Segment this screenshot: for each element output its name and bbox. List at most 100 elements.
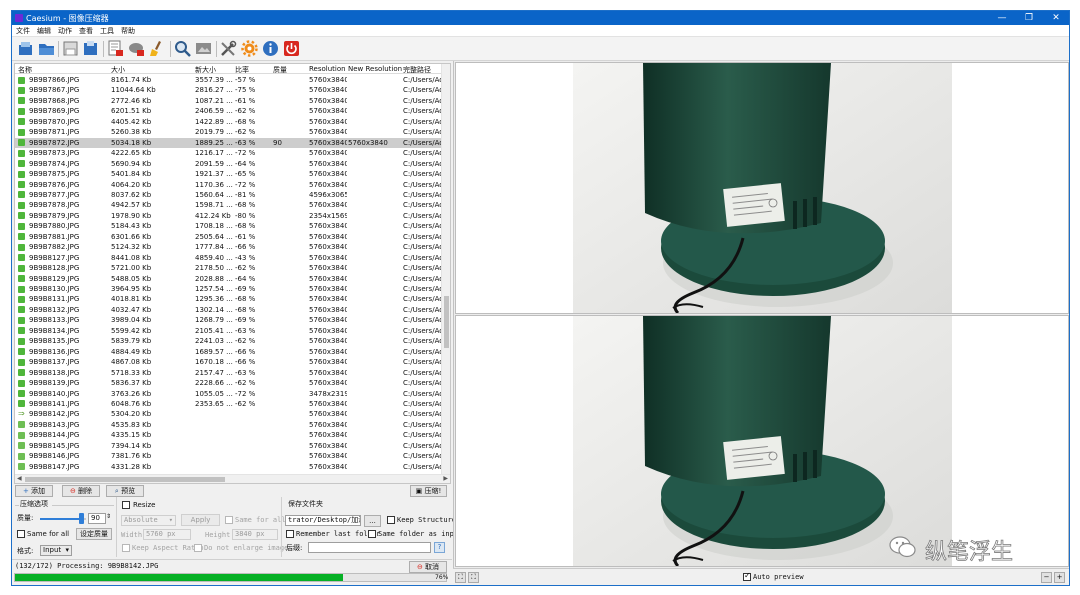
preview-button[interactable]: ⌕ 预览 [106, 485, 144, 497]
scroll-left-icon[interactable]: ◀ [17, 475, 22, 482]
table-row[interactable]: 9B9B8135.JPG 5839.79 Kb 2241.03 ... -62 % 57… [15, 336, 443, 346]
menu-view[interactable]: 查看 [79, 25, 93, 37]
keep-aspect-ratio-checkbox[interactable] [122, 544, 130, 552]
table-row[interactable]: 9B9B8144.JPG 4335.15 Kb 5760x3840 C:/Users/… [15, 430, 443, 440]
col-full-path[interactable]: 完整路径 [403, 65, 431, 75]
col-quality[interactable]: 质量 [273, 65, 287, 75]
table-row[interactable]: 9B9B8134.JPG 5599.42 Kb 2105.41 ... -63 % 57… [15, 326, 443, 336]
table-row[interactable]: 9B9B8128.JPG 5721.00 Kb 2178.50 ... -62 % 57… [15, 263, 443, 273]
table-row[interactable]: 9B9B7876.JPG 4064.20 Kb 1170.36 ... -72 % 57… [15, 180, 443, 190]
scroll-right-icon[interactable]: ▶ [443, 475, 448, 482]
width-spinbox[interactable]: 5760 px [143, 529, 191, 540]
table-row[interactable]: 9B9B8140.JPG 3763.26 Kb 1055.05 ... -72 % 34… [15, 389, 443, 399]
table-row[interactable]: 9B9B8141.JPG 6048.76 Kb 2353.65 ... -62 % 57… [15, 399, 443, 409]
table-row[interactable]: 9B9B7873.JPG 4222.65 Kb 1216.17 ... -72 % 57… [15, 148, 443, 158]
menu-help[interactable]: 帮助 [121, 25, 135, 37]
remove-item-icon[interactable] [107, 40, 124, 57]
suffix-input[interactable] [308, 542, 431, 553]
open-folder-icon[interactable] [38, 40, 55, 57]
auto-preview-checkbox[interactable] [743, 571, 751, 581]
col-new-resolution[interactable]: New Resolution [348, 65, 402, 73]
col-name[interactable]: 名称 [18, 65, 32, 75]
quality-spinbox[interactable]: 90 [88, 513, 106, 524]
table-row[interactable]: 9B9B7881.JPG 6301.66 Kb 2505.64 ... -61 % 57… [15, 232, 443, 242]
col-new-size[interactable]: 新大小 [195, 65, 216, 75]
clear-list-icon[interactable] [149, 40, 166, 57]
quality-slider[interactable] [40, 513, 86, 524]
table-row[interactable]: ⇒ 9B9B8142.JPG 5304.20 Kb 5760x3840 C:/Users… [15, 409, 443, 419]
actual-size-icon[interactable]: ⛶ [468, 572, 479, 583]
table-row[interactable]: 9B9B8139.JPG 5836.37 Kb 2228.66 ... -62 % 57… [15, 378, 443, 388]
add-button[interactable]: + 添加 [15, 485, 53, 497]
menu-action[interactable]: 动作 [58, 25, 72, 37]
col-resolution[interactable]: Resolution [309, 65, 346, 73]
no-enlarge-checkbox[interactable] [194, 544, 202, 552]
table-row[interactable]: 9B9B8132.JPG 4032.47 Kb 1302.14 ... -68 % 57… [15, 305, 443, 315]
table-row[interactable]: 9B9B7875.JPG 5401.84 Kb 1921.37 ... -65 % 57… [15, 169, 443, 179]
table-row[interactable]: 9B9B8145.JPG 7394.14 Kb 5760x3840 C:/Users/… [15, 441, 443, 451]
table-row[interactable]: 9B9B8136.JPG 4884.49 Kb 1689.57 ... -66 % 57… [15, 347, 443, 357]
quality-spin-arrows-icon[interactable]: ⇕ [106, 512, 111, 522]
table-row[interactable]: 9B9B7882.JPG 5124.32 Kb 1777.84 ... -66 % 57… [15, 242, 443, 252]
quality-slider-thumb[interactable] [78, 513, 84, 524]
table-row[interactable]: 9B9B8147.JPG 4331.28 Kb 5760x3840 C:/Users/… [15, 462, 443, 472]
export-icon[interactable] [82, 40, 99, 57]
maximize-button[interactable]: ❐ [1016, 11, 1042, 25]
list-horizontal-scrollbar[interactable]: ◀ ▶ [15, 474, 450, 483]
table-row[interactable]: 9B9B8130.JPG 3964.95 Kb 1257.54 ... -69 % 57… [15, 284, 443, 294]
table-row[interactable]: 9B9B7877.JPG 8037.62 Kb 1560.64 ... -81 % 45… [15, 190, 443, 200]
table-row[interactable]: 9B9B8137.JPG 4867.08 Kb 1670.18 ... -66 % 57… [15, 357, 443, 367]
resize-checkbox[interactable] [122, 501, 130, 509]
menu-file[interactable]: 文件 [16, 25, 30, 37]
resize-same-for-all-checkbox[interactable] [225, 516, 233, 524]
output-folder-field[interactable]: trator/Desktop/加湿器 [285, 515, 361, 526]
apply-button[interactable]: Apply [181, 514, 220, 526]
height-spinbox[interactable]: 3840 px [232, 529, 278, 540]
remove-button[interactable]: ⊖ 删除 [62, 485, 100, 497]
zoom-out-icon[interactable]: − [1041, 572, 1052, 583]
table-row[interactable]: 9B9B7869.JPG 6201.51 Kb 2406.59 ... -62 % 57… [15, 106, 443, 116]
preview-zoom-icon[interactable] [174, 40, 191, 57]
settings-gear-icon[interactable] [241, 40, 258, 57]
browse-folder-button[interactable]: ... [364, 515, 381, 527]
compare-icon[interactable] [195, 40, 212, 57]
help-icon[interactable]: ? [434, 542, 445, 553]
table-row[interactable]: 9B9B7879.JPG 1978.90 Kb 412.24 Kb -80 % 2354… [15, 211, 443, 221]
cancel-button[interactable]: ⊖ 取消 [409, 561, 447, 573]
close-button[interactable]: ✕ [1043, 11, 1069, 25]
zoom-in-icon[interactable]: + [1054, 572, 1065, 583]
menu-tools[interactable]: 工具 [100, 25, 114, 37]
quality-same-for-all-checkbox[interactable] [17, 530, 25, 538]
save-icon[interactable] [62, 40, 79, 57]
table-row[interactable]: 9B9B8138.JPG 5718.33 Kb 2157.47 ... -63 % 57… [15, 368, 443, 378]
set-quality-button[interactable]: 设定质量 [76, 528, 112, 540]
table-row[interactable]: 9B9B8127.JPG 8441.08 Kb 4859.40 ... -43 % 57… [15, 253, 443, 263]
fit-to-window-icon[interactable]: ⛶ [455, 572, 466, 583]
table-row[interactable]: 9B9B7880.JPG 5184.43 Kb 1708.18 ... -68 % 57… [15, 221, 443, 231]
compress-button[interactable]: ▣ 压缩! [410, 485, 447, 497]
tools-icon[interactable] [220, 40, 237, 57]
about-info-icon[interactable] [262, 40, 279, 57]
same-folder-checkbox[interactable] [368, 530, 376, 538]
minimize-button[interactable]: — [989, 11, 1015, 25]
table-row[interactable]: 9B9B8129.JPG 5488.05 Kb 2028.88 ... -64 % 57… [15, 274, 443, 284]
table-row[interactable]: 9B9B8143.JPG 4535.83 Kb 5760x3840 C:/Users/… [15, 420, 443, 430]
menu-edit[interactable]: 编辑 [37, 25, 51, 37]
table-row[interactable]: 9B9B7868.JPG 2772.46 Kb 1087.21 ... -61 % 57… [15, 96, 443, 106]
add-files-icon[interactable] [17, 40, 34, 57]
col-ratio[interactable]: 比率 [235, 65, 249, 75]
table-row[interactable]: 9B9B7871.JPG 5260.38 Kb 2019.79 ... -62 % 57… [15, 127, 443, 137]
list-vertical-scroll-thumb[interactable] [444, 296, 449, 348]
table-row[interactable]: 9B9B7867.JPG 11044.64 Kb 2816.27 ... -75 % 5… [15, 85, 443, 95]
format-select[interactable]: Input ▾ [40, 545, 72, 556]
table-row[interactable]: 9B9B8146.JPG 7381.76 Kb 5760x3840 C:/Users/… [15, 451, 443, 461]
table-row[interactable]: 9B9B7872.JPG 5034.18 Kb 1889.25 ... -63 % 90… [15, 137, 443, 149]
list-vertical-scrollbar[interactable] [441, 64, 450, 475]
resize-mode-select[interactable]: Absolute ▾ [121, 515, 176, 526]
table-row[interactable]: 9B9B7878.JPG 4942.57 Kb 1598.71 ... -68 % 57… [15, 200, 443, 210]
col-size[interactable]: 大小 [111, 65, 125, 75]
remember-last-folder-checkbox[interactable] [286, 530, 294, 538]
table-row[interactable]: 9B9B7866.JPG 8161.74 Kb 3557.39 ... -57 % 57… [15, 75, 443, 85]
exit-power-icon[interactable] [283, 40, 300, 57]
keep-structure-checkbox[interactable] [387, 516, 395, 524]
